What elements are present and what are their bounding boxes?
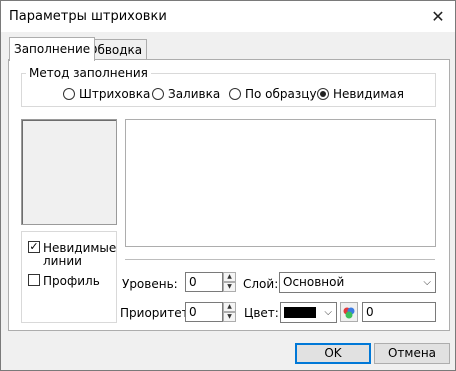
radio-hatching[interactable]: Штриховка [63,85,150,103]
color-label: Цвет: [244,306,279,320]
palette-icon[interactable] [340,302,358,322]
layer-label: Слой: [243,277,279,291]
ok-button[interactable]: OK [295,343,371,364]
hidden-lines-checkbox[interactable]: ✓ [28,241,40,253]
close-icon[interactable]: ✕ [421,1,455,32]
level-label: Уровень: [122,277,178,291]
chevron-down-icon: ⌵ [423,277,431,288]
level-down-icon[interactable]: ▼ [223,282,236,292]
radio-label: Штриховка [79,87,151,101]
radio-selected-icon [317,88,329,100]
priority-up-icon[interactable]: ▲ [223,302,236,312]
pattern-area [125,119,436,247]
radio-circle-icon [152,88,164,100]
layer-value: Основной [283,275,345,289]
title-bar: Параметры штриховки ✕ [1,1,455,32]
tab-fill-label: Заполнение [14,42,91,56]
cancel-button[interactable]: Отмена [374,343,450,364]
hidden-lines-label-2: линии [43,254,82,268]
tab-fill[interactable]: Заполнение [9,37,96,61]
radio-fill[interactable]: Заливка [152,85,220,103]
hatch-settings-dialog: Параметры штриховки ✕ Заполнение Обводка… [0,0,456,371]
color-select[interactable]: ⌵ [280,302,337,323]
color-swatch [284,307,316,318]
radio-label: Невидимая [333,87,404,101]
radio-label: По образцу [245,87,317,101]
priority-input[interactable]: 0 [185,302,223,322]
color-index-input[interactable]: 0 [362,302,436,322]
priority-label: Приоритет: [120,306,193,320]
hatch-preview [21,119,117,225]
profile-label: Профиль [43,274,100,288]
separator [125,259,435,260]
level-input[interactable]: 0 [185,272,223,292]
fill-method-legend: Метод заполнения [26,66,151,80]
layer-select[interactable]: Основной ⌵ [279,272,436,293]
priority-down-icon[interactable]: ▼ [223,312,236,322]
radio-circle-icon [63,88,75,100]
radio-circle-icon [229,88,241,100]
radio-pattern[interactable]: По образцу [229,85,317,103]
level-up-icon[interactable]: ▲ [223,272,236,282]
radio-label: Заливка [168,87,221,101]
window-title: Параметры штриховки [9,9,167,24]
tab-outline-label: Обводка [88,43,143,57]
hidden-lines-label-1: Невидимые [43,241,117,255]
radio-invisible[interactable]: Невидимая [317,85,404,103]
profile-checkbox[interactable] [28,274,40,286]
chevron-down-icon: ⌵ [324,307,332,318]
